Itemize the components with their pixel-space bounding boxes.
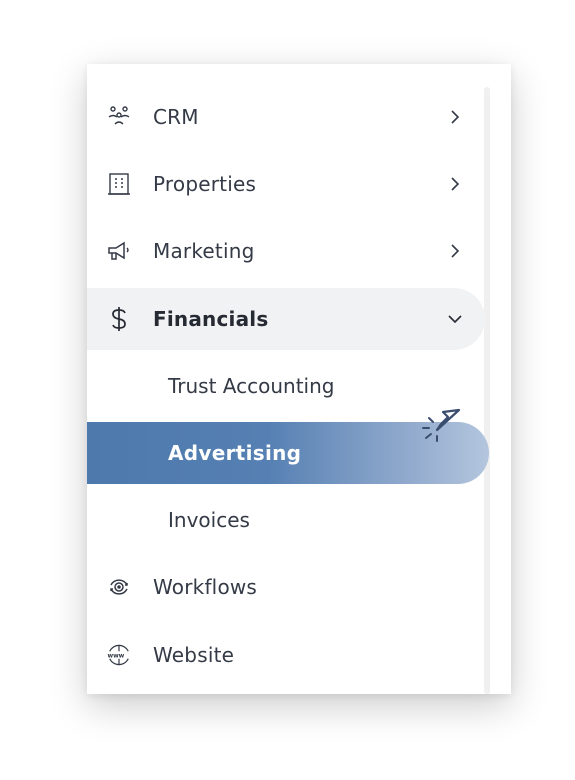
menu-item-workflows[interactable]: Workflows [87, 556, 487, 618]
chevron-down-icon [447, 311, 463, 327]
chevron-right-icon [447, 243, 463, 259]
chevron-right-icon [447, 109, 463, 125]
menu-item-crm[interactable]: CRM [87, 86, 487, 148]
menu-item-marketing[interactable]: Marketing [87, 220, 487, 282]
submenu-item-invoices[interactable]: Invoices [87, 489, 487, 551]
chevron-right-icon [447, 176, 463, 192]
click-cursor-icon [422, 408, 461, 442]
building-icon [107, 172, 131, 196]
menu-item-label: Website [153, 643, 235, 667]
menu-item-properties[interactable]: Properties [87, 153, 487, 215]
submenu-item-label: Advertising [168, 441, 302, 465]
menu-item-label: Properties [153, 172, 257, 196]
menu-item-label: Marketing [153, 239, 255, 263]
menu-item-financials[interactable]: Financials [87, 288, 485, 350]
submenu-item-label: Invoices [168, 508, 250, 532]
workflow-icon [107, 575, 131, 599]
menu-item-label: Financials [153, 307, 269, 331]
www-globe-icon: www [107, 643, 131, 667]
menu-item-label: CRM [153, 105, 199, 129]
dollar-icon [107, 307, 131, 331]
menu-item-label: Workflows [153, 575, 258, 599]
svg-text:www: www [107, 653, 124, 660]
people-group-icon [107, 105, 131, 129]
menu-item-website[interactable]: www Website [87, 624, 487, 686]
sidebar-menu: CRM Properties Marketing Financials Trus… [87, 64, 511, 694]
submenu-item-label: Trust Accounting [168, 374, 335, 398]
megaphone-icon [107, 239, 131, 263]
